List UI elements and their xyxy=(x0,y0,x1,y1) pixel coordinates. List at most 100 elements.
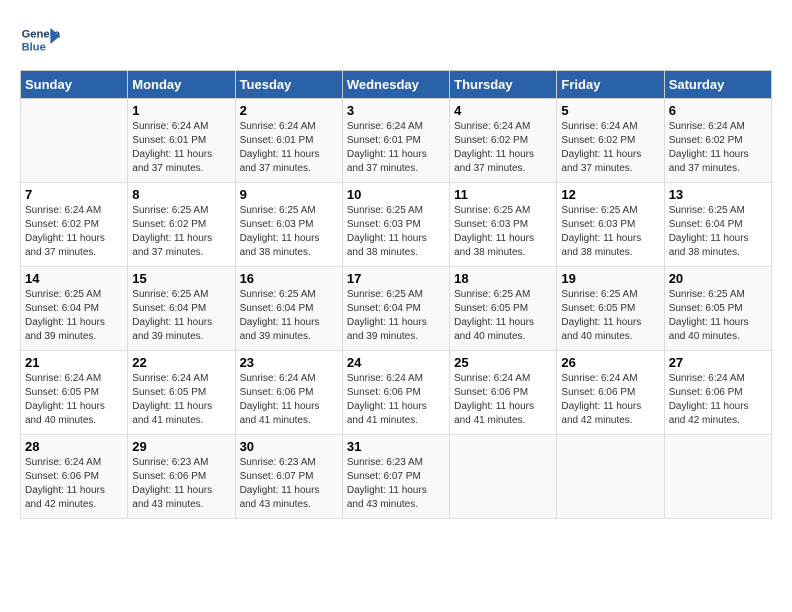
calendar-cell: 8 Sunrise: 6:25 AM Sunset: 6:02 PM Daylig… xyxy=(128,183,235,267)
calendar-table: SundayMondayTuesdayWednesdayThursdayFrid… xyxy=(20,70,772,519)
day-info: Sunrise: 6:24 AM Sunset: 6:02 PM Dayligh… xyxy=(454,120,552,176)
calendar-cell: 21 Sunrise: 6:24 AM Sunset: 6:05 PM Dayli… xyxy=(21,351,128,435)
calendar-cell: 20 Sunrise: 6:25 AM Sunset: 6:05 PM Dayli… xyxy=(664,267,771,351)
day-number: 24 xyxy=(347,355,445,370)
logo-icon: General Blue xyxy=(20,20,60,60)
day-number: 25 xyxy=(454,355,552,370)
day-info: Sunrise: 6:24 AM Sunset: 6:02 PM Dayligh… xyxy=(561,120,659,176)
weekday-header-saturday: Saturday xyxy=(664,71,771,99)
day-info: Sunrise: 6:23 AM Sunset: 6:07 PM Dayligh… xyxy=(347,456,445,512)
day-info: Sunrise: 6:25 AM Sunset: 6:03 PM Dayligh… xyxy=(347,204,445,260)
day-info: Sunrise: 6:25 AM Sunset: 6:04 PM Dayligh… xyxy=(25,288,123,344)
calendar-cell: 11 Sunrise: 6:25 AM Sunset: 6:03 PM Dayli… xyxy=(450,183,557,267)
day-number: 3 xyxy=(347,103,445,118)
calendar-cell: 15 Sunrise: 6:25 AM Sunset: 6:04 PM Dayli… xyxy=(128,267,235,351)
calendar-cell: 4 Sunrise: 6:24 AM Sunset: 6:02 PM Daylig… xyxy=(450,99,557,183)
day-number: 9 xyxy=(240,187,338,202)
day-number: 26 xyxy=(561,355,659,370)
calendar-cell: 1 Sunrise: 6:24 AM Sunset: 6:01 PM Daylig… xyxy=(128,99,235,183)
day-info: Sunrise: 6:24 AM Sunset: 6:02 PM Dayligh… xyxy=(25,204,123,260)
day-number: 15 xyxy=(132,271,230,286)
calendar-cell: 13 Sunrise: 6:25 AM Sunset: 6:04 PM Dayli… xyxy=(664,183,771,267)
day-number: 23 xyxy=(240,355,338,370)
day-info: Sunrise: 6:25 AM Sunset: 6:03 PM Dayligh… xyxy=(454,204,552,260)
weekday-header-friday: Friday xyxy=(557,71,664,99)
day-number: 2 xyxy=(240,103,338,118)
calendar-cell: 17Sunrise: 6:25 AM Sunset: 6:04 PM Dayli… xyxy=(342,267,449,351)
day-number: 12 xyxy=(561,187,659,202)
day-info: Sunrise: 6:25 AM Sunset: 6:05 PM Dayligh… xyxy=(454,288,552,344)
day-number: 10 xyxy=(347,187,445,202)
day-info: Sunrise: 6:24 AM Sunset: 6:05 PM Dayligh… xyxy=(25,372,123,428)
page-header: General Blue xyxy=(20,20,772,60)
day-number: 14 xyxy=(25,271,123,286)
day-number: 21 xyxy=(25,355,123,370)
weekday-header-tuesday: Tuesday xyxy=(235,71,342,99)
day-number: 5 xyxy=(561,103,659,118)
day-info: Sunrise: 6:24 AM Sunset: 6:01 PM Dayligh… xyxy=(132,120,230,176)
day-number: 6 xyxy=(669,103,767,118)
day-info: Sunrise: 6:25 AM Sunset: 6:05 PM Dayligh… xyxy=(561,288,659,344)
day-info: Sunrise: 6:23 AM Sunset: 6:06 PM Dayligh… xyxy=(132,456,230,512)
calendar-cell: 5 Sunrise: 6:24 AM Sunset: 6:02 PM Daylig… xyxy=(557,99,664,183)
day-info: Sunrise: 6:25 AM Sunset: 6:03 PM Dayligh… xyxy=(561,204,659,260)
calendar-week-4: 21 Sunrise: 6:24 AM Sunset: 6:05 PM Dayli… xyxy=(21,351,772,435)
day-info: Sunrise: 6:24 AM Sunset: 6:06 PM Dayligh… xyxy=(561,372,659,428)
day-info: Sunrise: 6:25 AM Sunset: 6:02 PM Dayligh… xyxy=(132,204,230,260)
day-info: Sunrise: 6:24 AM Sunset: 6:06 PM Dayligh… xyxy=(454,372,552,428)
day-info: Sunrise: 6:24 AM Sunset: 6:06 PM Dayligh… xyxy=(669,372,767,428)
calendar-week-1: 1 Sunrise: 6:24 AM Sunset: 6:01 PM Daylig… xyxy=(21,99,772,183)
day-number: 7 xyxy=(25,187,123,202)
day-number: 22 xyxy=(132,355,230,370)
day-info: Sunrise: 6:24 AM Sunset: 6:06 PM Dayligh… xyxy=(347,372,445,428)
day-number: 30 xyxy=(240,439,338,454)
day-number: 4 xyxy=(454,103,552,118)
calendar-header: SundayMondayTuesdayWednesdayThursdayFrid… xyxy=(21,71,772,99)
calendar-week-2: 7 Sunrise: 6:24 AM Sunset: 6:02 PM Daylig… xyxy=(21,183,772,267)
calendar-cell xyxy=(450,435,557,519)
day-info: Sunrise: 6:25 AM Sunset: 6:04 PM Dayligh… xyxy=(669,204,767,260)
day-number: 19 xyxy=(561,271,659,286)
calendar-cell: 24 Sunrise: 6:24 AM Sunset: 6:06 PM Dayli… xyxy=(342,351,449,435)
calendar-cell xyxy=(21,99,128,183)
calendar-cell: 7 Sunrise: 6:24 AM Sunset: 6:02 PM Daylig… xyxy=(21,183,128,267)
weekday-header-monday: Monday xyxy=(128,71,235,99)
day-info: Sunrise: 6:24 AM Sunset: 6:01 PM Dayligh… xyxy=(240,120,338,176)
weekday-header-wednesday: Wednesday xyxy=(342,71,449,99)
day-number: 13 xyxy=(669,187,767,202)
day-info: Sunrise: 6:24 AM Sunset: 6:02 PM Dayligh… xyxy=(669,120,767,176)
calendar-cell: 28Sunrise: 6:24 AM Sunset: 6:06 PM Dayli… xyxy=(21,435,128,519)
calendar-cell: 19 Sunrise: 6:25 AM Sunset: 6:05 PM Dayli… xyxy=(557,267,664,351)
day-number: 1 xyxy=(132,103,230,118)
day-number: 20 xyxy=(669,271,767,286)
calendar-body: 1 Sunrise: 6:24 AM Sunset: 6:01 PM Daylig… xyxy=(21,99,772,519)
day-number: 18 xyxy=(454,271,552,286)
day-info: Sunrise: 6:25 AM Sunset: 6:05 PM Dayligh… xyxy=(669,288,767,344)
svg-text:Blue: Blue xyxy=(22,41,46,53)
day-number: 16 xyxy=(240,271,338,286)
day-info: Sunrise: 6:25 AM Sunset: 6:04 PM Dayligh… xyxy=(132,288,230,344)
day-info: Sunrise: 6:24 AM Sunset: 6:01 PM Dayligh… xyxy=(347,120,445,176)
day-info: Sunrise: 6:23 AM Sunset: 6:07 PM Dayligh… xyxy=(240,456,338,512)
calendar-cell: 2 Sunrise: 6:24 AM Sunset: 6:01 PM Daylig… xyxy=(235,99,342,183)
calendar-cell: 12 Sunrise: 6:25 AM Sunset: 6:03 PM Dayli… xyxy=(557,183,664,267)
calendar-week-3: 14 Sunrise: 6:25 AM Sunset: 6:04 PM Dayli… xyxy=(21,267,772,351)
day-info: Sunrise: 6:24 AM Sunset: 6:06 PM Dayligh… xyxy=(240,372,338,428)
day-info: Sunrise: 6:25 AM Sunset: 6:04 PM Dayligh… xyxy=(240,288,338,344)
weekday-header-sunday: Sunday xyxy=(21,71,128,99)
calendar-cell: 18 Sunrise: 6:25 AM Sunset: 6:05 PM Dayli… xyxy=(450,267,557,351)
day-number: 29 xyxy=(132,439,230,454)
calendar-cell: 30 Sunrise: 6:23 AM Sunset: 6:07 PM Dayli… xyxy=(235,435,342,519)
day-number: 11 xyxy=(454,187,552,202)
calendar-cell: 6 Sunrise: 6:24 AM Sunset: 6:02 PM Daylig… xyxy=(664,99,771,183)
day-number: 28 xyxy=(25,439,123,454)
calendar-cell: 25 Sunrise: 6:24 AM Sunset: 6:06 PM Dayli… xyxy=(450,351,557,435)
calendar-cell: 29 Sunrise: 6:23 AM Sunset: 6:06 PM Dayli… xyxy=(128,435,235,519)
weekday-header-thursday: Thursday xyxy=(450,71,557,99)
calendar-cell: 22Sunrise: 6:24 AM Sunset: 6:05 PM Dayli… xyxy=(128,351,235,435)
calendar-week-5: 28Sunrise: 6:24 AM Sunset: 6:06 PM Dayli… xyxy=(21,435,772,519)
day-info: Sunrise: 6:25 AM Sunset: 6:03 PM Dayligh… xyxy=(240,204,338,260)
day-number: 31 xyxy=(347,439,445,454)
day-number: 27 xyxy=(669,355,767,370)
day-number: 8 xyxy=(132,187,230,202)
